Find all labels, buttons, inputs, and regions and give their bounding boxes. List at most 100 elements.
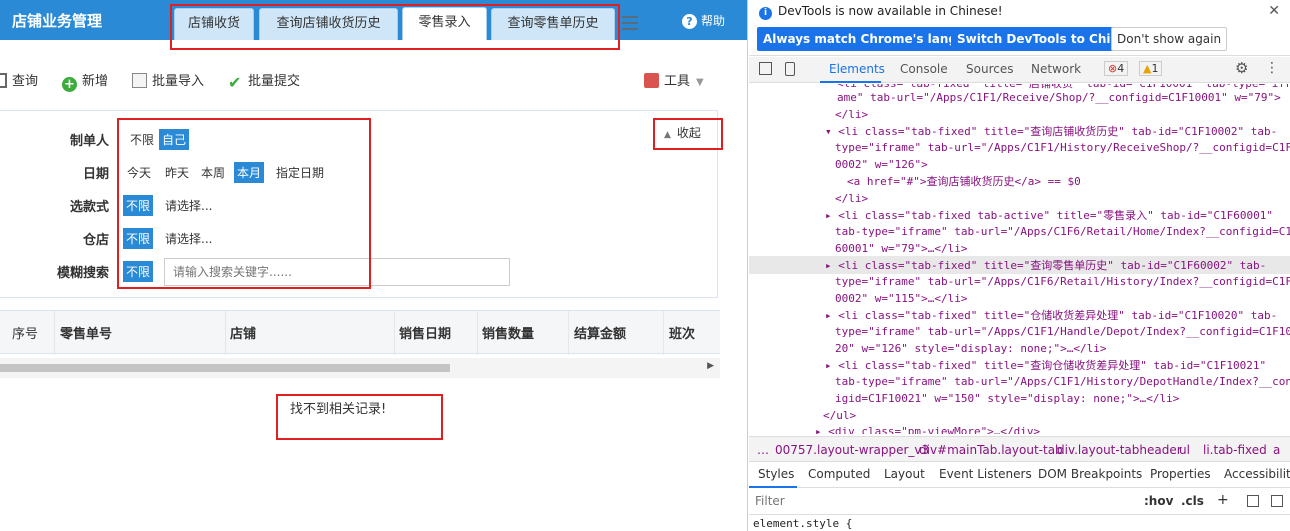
dom-line[interactable]: ▸ <li class="tab-fixed" title="仓储收货差异处理"… [825,308,1277,325]
tab-computed[interactable]: Computed [808,467,870,481]
date-opt-this-month[interactable]: 本月 [234,162,265,183]
tab-styles[interactable]: Styles [758,467,794,481]
error-badge[interactable]: ⊗4 [1104,61,1129,76]
col-index[interactable]: 序号 [12,323,38,342]
date-opt-today[interactable]: 今天 [124,162,154,183]
dom-line[interactable]: ▸ <li class="tab-fixed" title="查询零售单历史" … [825,258,1266,275]
col-amount[interactable]: 结算金额 [574,323,626,342]
scroll-right-icon[interactable]: ▶ [707,361,714,371]
add-rule-icon[interactable]: + [1217,492,1229,508]
col-retail-no[interactable]: 零售单号 [60,323,112,342]
dom-line[interactable]: type="iframe" tab-url="/Apps/C1F1/Histor… [835,140,1290,157]
creator-opt-self[interactable]: 自己 [159,129,190,150]
dom-line-selected[interactable]: <a href="#">查询店铺收货历史</a> == $0 [847,174,1081,191]
dom-line[interactable]: 60001" w="79">…</li> [835,241,967,258]
tab-elements[interactable]: Elements [829,62,885,76]
scrollbar-thumb[interactable] [0,364,450,372]
gear-icon[interactable]: ⚙ [1235,59,1248,77]
sidebar-toggle-icon[interactable] [1271,495,1283,507]
query-button[interactable]: 查询 [0,70,38,89]
dom-line[interactable]: ame" tab-url="/Apps/C1F1/Receive/Shop/?_… [837,90,1281,107]
dom-line[interactable]: type="iframe" tab-url="/Apps/C1F6/Retail… [835,274,1290,291]
dom-line[interactable]: 0002" w="126"> [835,157,928,174]
breadcrumb-item[interactable]: ul [1179,443,1190,457]
dom-line[interactable]: igid=C1F10021" w="150" style="display: n… [835,391,1179,408]
add-button[interactable]: + 新增 [62,70,108,92]
tools-button[interactable]: 工具 ▼ [644,70,704,89]
dom-line[interactable]: ▸ <li class="tab-fixed tab-active" title… [825,208,1273,225]
dom-line[interactable]: 0002" w="115">…</li> [835,291,967,308]
tab-sources[interactable]: Sources [966,62,1013,76]
col-shift[interactable]: 班次 [669,323,695,342]
breadcrumb-item[interactable]: div.layout-tabheader [1057,443,1182,457]
chevron-down-icon: ▼ [696,77,704,88]
warehouse-opt-unlimited[interactable]: 不限 [123,228,154,249]
style-choose[interactable]: 请选择... [162,195,215,216]
devtools-tabs: Elements Console Sources Network ⊗4 ▲1 ⚙… [749,57,1290,83]
date-opt-this-week[interactable]: 本周 [198,162,228,183]
col-sale-date[interactable]: 销售日期 [399,323,451,342]
active-tab-indicator [820,81,881,83]
tab-event-listeners[interactable]: Event Listeners [939,467,1032,481]
tab-shop-receive[interactable]: 店铺收货 [174,8,254,40]
dont-show-button[interactable]: Don't show again [1111,27,1228,51]
tab-retail-entry[interactable]: 零售录入 [402,7,487,40]
help-link[interactable]: ? 帮助 [682,12,725,29]
breadcrumb-item[interactable]: 00757.layout-wrapper_v3 [775,443,929,457]
tab-shop-receive-history[interactable]: 查询店铺收货历史 [259,8,398,40]
date-opt-yesterday[interactable]: 昨天 [162,162,192,183]
creator-opt-unlimited[interactable]: 不限 [127,129,157,150]
dom-line[interactable]: tab-type="iframe" tab-url="/Apps/C1F1/Hi… [835,374,1290,391]
styles-filter-bar: :hov .cls + [749,489,1290,515]
date-opt-custom[interactable]: 指定日期 [273,162,327,183]
style-opt-unlimited[interactable]: 不限 [123,195,154,216]
cls-toggle[interactable]: .cls [1181,494,1204,508]
tab-accessibility[interactable]: Accessibility [1224,467,1290,481]
tab-dom-breakpoints[interactable]: DOM Breakpoints [1038,467,1142,481]
breadcrumb-item[interactable]: li.tab-fixed [1203,443,1267,457]
check-icon: ✔ [228,73,242,92]
computed-styles-icon[interactable] [1247,495,1259,507]
date-label: 日期 [82,167,109,182]
horizontal-scrollbar[interactable]: ▶ [0,358,720,378]
styles-filter-input[interactable] [755,494,1135,508]
tab-layout[interactable]: Layout [884,467,925,481]
devtools-infobar: i DevTools is now available in Chinese! ✕… [749,0,1290,56]
breadcrumb-item[interactable]: div#mainTab.layout-tab [919,443,1063,457]
dom-line[interactable]: ▾ <li class="tab-fixed" title="查询店铺收货历史"… [825,124,1277,141]
close-icon[interactable]: ✕ [1268,3,1280,19]
warehouse-label: 仓店 [82,233,109,248]
breadcrumb-item[interactable]: … [757,443,769,457]
tab-console[interactable]: Console [900,62,948,76]
empty-message: 找不到相关记录! [290,402,387,417]
dom-line[interactable]: ▸ <div class="pm-viewMore">…</div> [815,424,1040,434]
search-opt-unlimited[interactable]: 不限 [123,261,154,282]
dom-line[interactable]: tab-type="iframe" tab-url="/Apps/C1F6/Re… [835,224,1290,241]
col-shop[interactable]: 店铺 [230,323,256,342]
breadcrumb: … 00757.layout-wrapper_v3 div#mainTab.la… [749,436,1290,462]
inspect-icon[interactable] [759,62,772,75]
keyword-search-input[interactable] [164,258,510,286]
device-icon[interactable] [785,62,795,76]
breadcrumb-item[interactable]: a [1273,443,1280,457]
dom-line[interactable]: ▸ <li class="tab-fixed" title="查询仓储收货差异处… [825,358,1266,375]
tab-menu-icon[interactable] [622,16,638,30]
hov-toggle[interactable]: :hov [1144,494,1173,508]
tab-properties[interactable]: Properties [1150,467,1211,481]
collapse-button[interactable]: ▲ 收起 [664,124,701,141]
warning-badge[interactable]: ▲1 [1139,61,1163,76]
dom-line[interactable]: </li> [835,191,868,208]
batch-import-button[interactable]: 批量导入 [132,70,204,89]
col-sale-qty[interactable]: 销售数量 [482,323,534,342]
more-icon[interactable]: ⋮ [1265,60,1279,76]
dom-line[interactable]: </ul> [823,408,856,425]
batch-submit-button[interactable]: ✔ 批量提交 [228,70,300,91]
dom-tree: <li class="tab-fixed" title="店铺收货" tab-i… [749,84,1290,434]
dom-line[interactable]: 20" w="126" style="display: none;">…</li… [835,341,1107,358]
dom-line[interactable]: </li> [835,107,868,124]
dom-line[interactable]: type="iframe" tab-url="/Apps/C1F1/Handle… [835,324,1290,341]
tab-network[interactable]: Network [1031,62,1081,76]
tab-retail-history[interactable]: 查询零售单历史 [491,8,615,40]
warehouse-choose[interactable]: 请选择... [162,228,215,249]
import-icon [132,73,147,88]
